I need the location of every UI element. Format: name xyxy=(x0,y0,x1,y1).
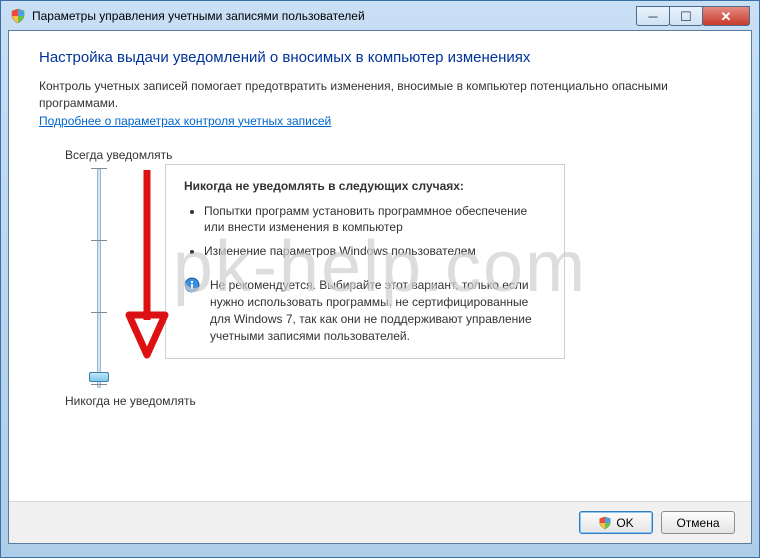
learn-more-link[interactable]: Подробнее о параметрах контроля учетных … xyxy=(39,114,331,128)
shield-icon xyxy=(598,516,612,530)
maximize-button[interactable]: ☐ xyxy=(669,6,703,26)
slider-thumb[interactable] xyxy=(89,372,109,382)
close-button[interactable]: ✕ xyxy=(702,6,750,26)
window-title: Параметры управления учетными записями п… xyxy=(32,9,637,23)
page-heading: Настройка выдачи уведомлений о вносимых … xyxy=(39,49,721,66)
panel-bullet: Попытки программ установить программное … xyxy=(204,203,546,235)
titlebar[interactable]: Параметры управления учетными записями п… xyxy=(8,8,752,30)
window-buttons: ─ ☐ ✕ xyxy=(637,6,750,26)
level-info-panel: Никогда не уведомлять в следующих случая… xyxy=(165,164,565,360)
panel-bullet: Изменение параметров Windows пользовател… xyxy=(204,243,546,259)
cancel-button[interactable]: Отмена xyxy=(661,511,735,534)
page-description: Контроль учетных записей помогает предот… xyxy=(39,78,721,112)
dialog-footer: OK Отмена xyxy=(9,501,751,543)
shield-icon xyxy=(10,8,26,24)
info-icon xyxy=(184,277,200,296)
panel-info-text: Не рекомендуется. Выбирайте этот вариант… xyxy=(210,277,546,344)
uac-settings-window: Параметры управления учетными записями п… xyxy=(0,0,760,558)
ok-button[interactable]: OK xyxy=(579,511,653,534)
minimize-button[interactable]: ─ xyxy=(636,6,670,26)
slider-label-bottom: Никогда не уведомлять xyxy=(65,394,721,408)
ok-label: OK xyxy=(616,516,633,530)
content-pane: Настройка выдачи уведомлений о вносимых … xyxy=(8,30,752,544)
cancel-label: Отмена xyxy=(676,516,719,530)
slider-label-top: Всегда уведомлять xyxy=(65,148,721,162)
panel-heading: Никогда не уведомлять в следующих случая… xyxy=(184,179,464,193)
uac-slider[interactable] xyxy=(85,168,113,388)
